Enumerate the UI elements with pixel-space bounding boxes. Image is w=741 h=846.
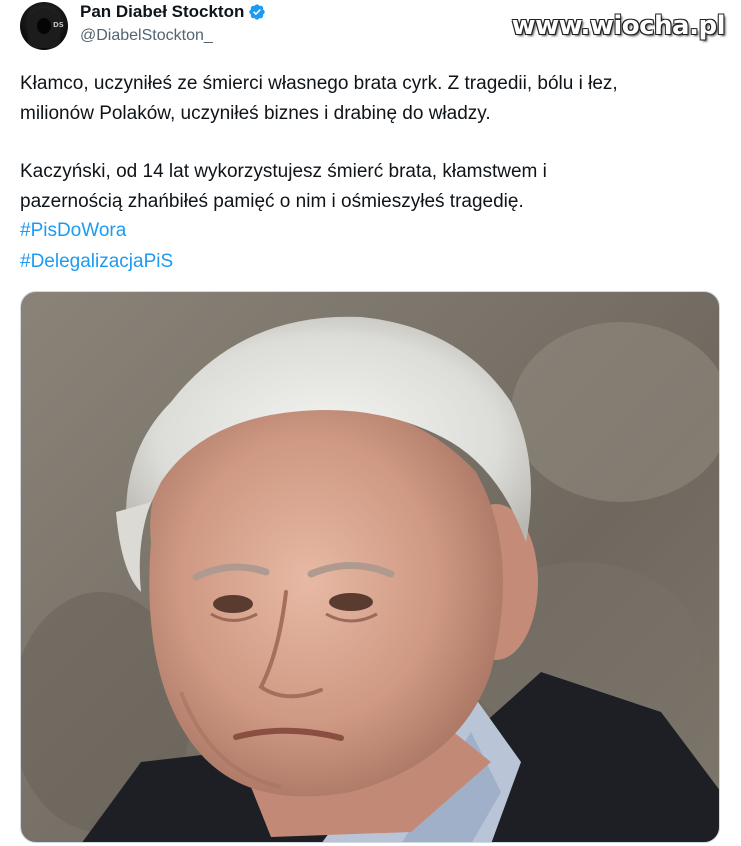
hashtag-link[interactable]: #PisDoWora xyxy=(20,216,126,246)
avatar-face-shape xyxy=(37,18,51,34)
avatar-initials: DS xyxy=(53,21,64,29)
watermark: www.wiocha.pl xyxy=(511,11,726,41)
author-handle[interactable]: @DiabelStockton_ xyxy=(80,27,213,45)
tweet-text-line: milionów Polaków, uczyniłeś biznes i dra… xyxy=(20,103,491,124)
tweet-text-line: Kłamco, uczyniłeś ze śmierci własnego br… xyxy=(20,73,618,94)
verified-badge-icon xyxy=(249,4,266,20)
portrait-illustration xyxy=(21,316,719,842)
author-display-name[interactable]: Pan Diabeł Stockton xyxy=(80,2,244,22)
avatar[interactable]: DS xyxy=(20,2,68,50)
tweet-text-line: Kaczyński, od 14 lat wykorzystujesz śmie… xyxy=(20,161,547,182)
tweet-photo[interactable] xyxy=(20,291,720,843)
author-name-row: Pan Diabeł Stockton xyxy=(80,2,266,22)
tweet-text-line: pazernością zhańbiłeś pamięć o nim i ośm… xyxy=(20,191,524,212)
hashtag-link[interactable]: #DelegalizacjaPiS xyxy=(20,247,173,277)
